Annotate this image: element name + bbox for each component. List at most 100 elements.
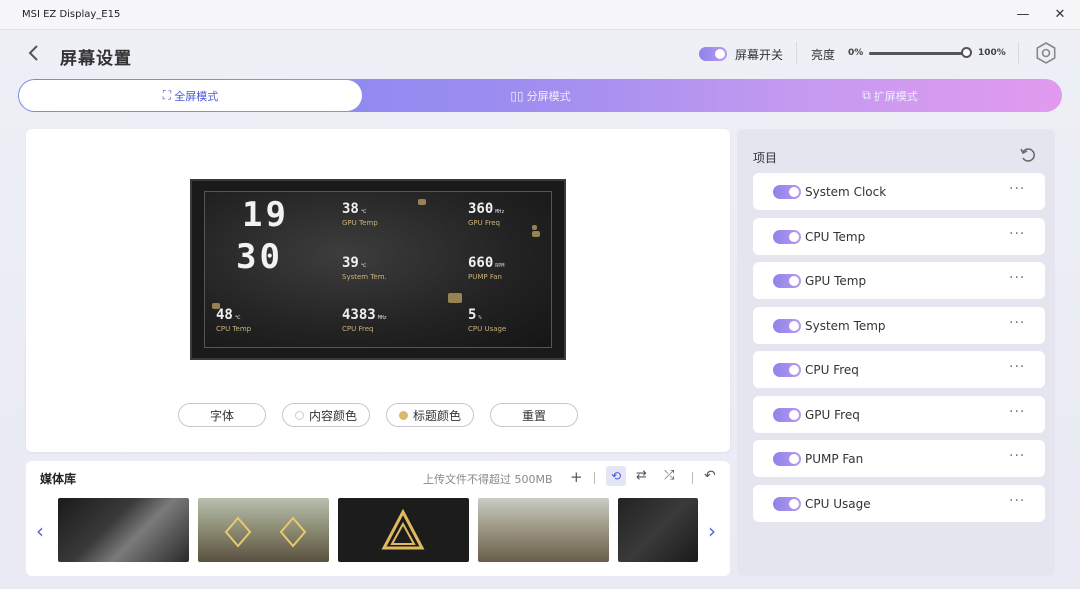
brightness-min-label: 0% <box>848 48 864 58</box>
item-pump-fan[interactable]: PUMP Fan ··· <box>753 440 1045 477</box>
split-screen-icon: ▯▯ <box>510 88 524 103</box>
item-cpu-usage[interactable]: CPU Usage ··· <box>753 485 1045 522</box>
media-thumbnail[interactable] <box>618 498 698 562</box>
item-label: CPU Freq <box>805 363 859 377</box>
item-toggle[interactable] <box>773 363 801 377</box>
divider <box>796 42 797 64</box>
media-thumbnail[interactable] <box>338 498 469 562</box>
cpu-usage-value: 5% <box>468 307 482 323</box>
reset-items-icon[interactable] <box>1019 146 1037 164</box>
item-label: GPU Freq <box>805 408 860 422</box>
more-options-icon[interactable]: ··· <box>1009 226 1025 242</box>
title-bar: MSI EZ Display_E15 — ✕ <box>0 0 1080 30</box>
item-toggle[interactable] <box>773 230 801 244</box>
more-options-icon[interactable]: ··· <box>1009 315 1025 331</box>
media-thumbnail[interactable] <box>478 498 609 562</box>
window-title: MSI EZ Display_E15 <box>22 9 121 20</box>
cpu-temp-value: 48 ℃ <box>216 307 241 323</box>
minimize-button[interactable]: — <box>1014 6 1032 24</box>
thumbnail-image <box>224 516 307 548</box>
item-label: CPU Usage <box>805 497 871 511</box>
media-library-title: 媒体库 <box>40 472 77 486</box>
media-next-arrow-icon[interactable]: › <box>708 519 716 543</box>
pump-fan-label: PUMP Fan <box>468 273 502 281</box>
item-label: System Temp <box>805 319 886 333</box>
item-toggle[interactable] <box>773 274 801 288</box>
undo-icon[interactable]: ↶ <box>704 468 716 484</box>
item-cpu-temp[interactable]: CPU Temp ··· <box>753 218 1045 255</box>
item-toggle[interactable] <box>773 185 801 199</box>
gear-icon[interactable] <box>1035 42 1057 64</box>
cpu-usage-label: CPU Usage <box>468 325 507 333</box>
thumbnail-image <box>381 508 425 550</box>
media-prev-arrow-icon[interactable]: ‹ <box>36 519 44 543</box>
cpu-freq-label: CPU Freq <box>342 325 374 333</box>
item-toggle[interactable] <box>773 452 801 466</box>
cpu-freq-value: 4383 MHz <box>342 307 387 323</box>
cpu-temp-label: CPU Temp <box>216 325 252 333</box>
tab-label: 分屏模式 <box>526 89 571 103</box>
item-gpu-temp[interactable]: GPU Temp ··· <box>753 262 1045 299</box>
more-options-icon[interactable]: ··· <box>1009 448 1025 464</box>
tab-extend-mode[interactable]: ⧉ 扩屏模式 <box>718 79 1062 112</box>
item-toggle[interactable] <box>773 408 801 422</box>
media-thumbnail[interactable] <box>198 498 329 562</box>
divider <box>1018 42 1019 64</box>
screen-switch-toggle[interactable] <box>699 47 727 61</box>
clock-minute: 30 <box>236 237 283 277</box>
item-label: GPU Temp <box>805 274 867 288</box>
brightness-max-label: 100% <box>978 48 1006 58</box>
loop-one-icon[interactable]: ⟲ <box>606 466 626 486</box>
add-media-icon[interactable]: + <box>570 468 583 486</box>
extend-screen-icon: ⧉ <box>862 88 871 102</box>
brightness-slider-thumb[interactable] <box>961 47 972 58</box>
decor-rock <box>532 225 537 230</box>
more-options-icon[interactable]: ··· <box>1009 181 1025 197</box>
fullscreen-icon: ⛶ <box>162 88 172 102</box>
back-arrow-icon[interactable] <box>26 43 42 63</box>
gpu-temp-label: GPU Temp <box>342 219 378 227</box>
title-color-button[interactable]: 标题颜色 <box>386 403 474 427</box>
item-system-temp[interactable]: System Temp ··· <box>753 307 1045 344</box>
close-button[interactable]: ✕ <box>1051 6 1069 24</box>
brightness-slider-track[interactable] <box>869 52 966 55</box>
gpu-freq-label: GPU Freq <box>468 219 500 227</box>
font-button[interactable]: 字体 <box>178 403 266 427</box>
tab-label: 扩屏模式 <box>873 89 918 103</box>
reset-button[interactable]: 重置 <box>490 403 578 427</box>
items-panel: 项目 System Clock ··· CPU Temp ··· GPU Tem… <box>737 129 1055 576</box>
more-options-icon[interactable]: ··· <box>1009 270 1025 286</box>
divider <box>594 472 595 484</box>
item-system-clock[interactable]: System Clock ··· <box>753 173 1045 210</box>
item-label: PUMP Fan <box>805 452 864 466</box>
lcd-preview[interactable]: 19 30 38 ℃ GPU Temp 360 MHz GPU Freq 39 ℃ S… <box>190 179 566 360</box>
tab-label: 全屏模式 <box>174 89 219 103</box>
decor-rock <box>532 231 540 237</box>
screen-switch-label: 屏幕开关 <box>735 48 784 62</box>
system-temp-label: System Tem. <box>342 273 387 281</box>
more-options-icon[interactable]: ··· <box>1009 493 1025 509</box>
clock-hour: 19 <box>242 195 289 235</box>
divider <box>692 472 693 484</box>
item-label: System Clock <box>805 185 887 199</box>
tab-split-mode[interactable]: ▯▯ 分屏模式 <box>373 79 708 112</box>
upload-size-hint: 上传文件不得超过 500MB <box>423 473 553 486</box>
preview-button-row: 字体 内容颜色 标题颜色 重置 <box>178 403 578 427</box>
decor-rock <box>448 293 462 303</box>
media-thumbnail[interactable] <box>58 498 189 562</box>
more-options-icon[interactable]: ··· <box>1009 404 1025 420</box>
item-toggle[interactable] <box>773 497 801 511</box>
item-gpu-freq[interactable]: GPU Freq ··· <box>753 396 1045 433</box>
more-options-icon[interactable]: ··· <box>1009 359 1025 375</box>
item-cpu-freq[interactable]: CPU Freq ··· <box>753 351 1045 388</box>
preview-panel: 19 30 38 ℃ GPU Temp 360 MHz GPU Freq 39 ℃ S… <box>26 129 730 452</box>
tab-fullscreen-mode[interactable]: ⛶ 全屏模式 <box>19 80 362 111</box>
shuffle-icon[interactable]: ⤮ <box>664 468 674 483</box>
media-library-panel: 媒体库 上传文件不得超过 500MB + ⟲ ⇄ ⤮ ↶ ‹ › <box>26 461 730 576</box>
loop-all-icon[interactable]: ⇄ <box>636 468 647 483</box>
item-toggle[interactable] <box>773 319 801 333</box>
mode-tabs: ⛶ 全屏模式 ▯▯ 分屏模式 ⧉ 扩屏模式 <box>18 79 1062 112</box>
content-color-button[interactable]: 内容颜色 <box>282 403 370 427</box>
system-temp-value: 39 ℃ <box>342 255 367 271</box>
items-title: 项目 <box>753 151 778 165</box>
